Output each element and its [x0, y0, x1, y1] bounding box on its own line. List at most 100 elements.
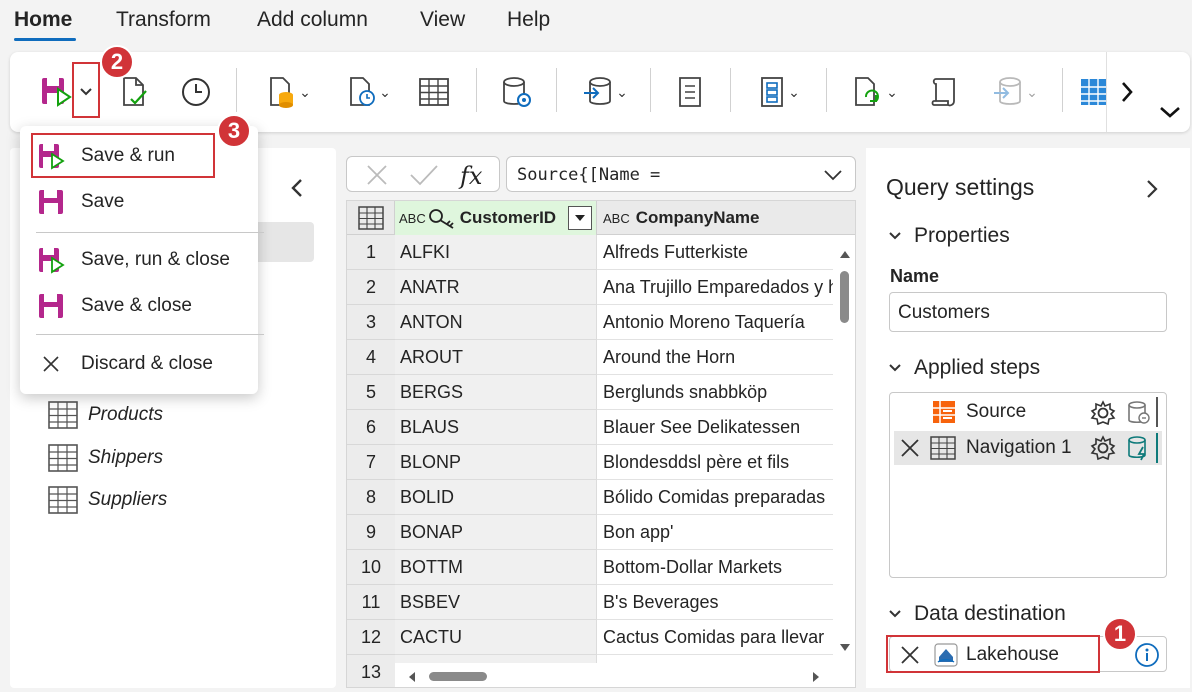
- new-source-button[interactable]: ⌄: [260, 72, 318, 112]
- cell-companyname[interactable]: B's Beverages: [597, 585, 833, 620]
- info-icon[interactable]: [1134, 642, 1160, 668]
- table-row[interactable]: 9 BONAP Bon app': [347, 515, 833, 550]
- cell-companyname[interactable]: Antonio Moreno Taquería: [597, 305, 833, 340]
- cell-companyname[interactable]: Blauer See Delikatessen: [597, 410, 833, 445]
- scroll-left-icon[interactable]: [407, 671, 417, 683]
- row-number[interactable]: 12: [347, 620, 395, 655]
- step-source[interactable]: Source: [894, 395, 1162, 429]
- column-header-customerid[interactable]: ABC CustomerID: [395, 201, 597, 235]
- row-number[interactable]: 8: [347, 480, 395, 515]
- recent-sources-button[interactable]: ⌄: [340, 72, 398, 112]
- menu-item-save-close[interactable]: Save & close: [20, 284, 258, 328]
- tab-view[interactable]: View: [420, 8, 465, 32]
- formula-input[interactable]: Source{[Name =: [506, 156, 856, 192]
- menu-item-discard-close[interactable]: Discard & close: [20, 342, 258, 386]
- cell-customerid[interactable]: ALFKI: [395, 235, 597, 270]
- manage-columns-button[interactable]: ⌄: [750, 72, 808, 112]
- row-number[interactable]: 1: [347, 235, 395, 270]
- cell-customerid[interactable]: AROUT: [395, 340, 597, 375]
- get-data-button[interactable]: ⌄: [576, 72, 634, 112]
- cell-customerid[interactable]: ANTON: [395, 305, 597, 340]
- column-filter-button[interactable]: [568, 206, 592, 230]
- table-row[interactable]: 11 BSBEV B's Beverages: [347, 585, 833, 620]
- history-button[interactable]: [176, 72, 216, 112]
- row-number[interactable]: 3: [347, 305, 395, 340]
- row-number[interactable]: 6: [347, 410, 395, 445]
- tab-transform[interactable]: Transform: [116, 8, 211, 32]
- enter-data-button[interactable]: [414, 72, 454, 112]
- row-number[interactable]: 2: [347, 270, 395, 305]
- menu-item-save[interactable]: Save: [20, 180, 258, 224]
- cell-customerid[interactable]: BOLID: [395, 480, 597, 515]
- cell-customerid[interactable]: CACTU: [395, 620, 597, 655]
- collapse-queries-button[interactable]: [286, 176, 310, 205]
- cancel-icon[interactable]: [365, 164, 389, 186]
- cell-customerid[interactable]: ANATR: [395, 270, 597, 305]
- query-name-input[interactable]: Customers: [889, 292, 1167, 332]
- tab-add-column[interactable]: Add column: [257, 8, 368, 32]
- cell-customerid[interactable]: BLAUS: [395, 410, 597, 445]
- query-item-shippers[interactable]: Shippers: [48, 443, 163, 473]
- table-row[interactable]: 6 BLAUS Blauer See Delikatessen: [347, 410, 833, 445]
- step-navigation-1[interactable]: Navigation 1: [894, 431, 1162, 465]
- chevron-right-icon[interactable]: [1144, 178, 1160, 200]
- table-row[interactable]: 3 ANTON Antonio Moreno Taquería: [347, 305, 833, 340]
- chevron-down-icon[interactable]: [823, 169, 843, 181]
- cell-companyname[interactable]: Cactus Comidas para llevar: [597, 620, 833, 655]
- query-item-products[interactable]: Products: [48, 400, 163, 430]
- function-icon[interactable]: fx: [457, 160, 487, 190]
- scroll-right-icon[interactable]: [811, 671, 821, 683]
- scroll-down-icon[interactable]: [839, 643, 851, 653]
- row-number[interactable]: 13: [347, 655, 395, 687]
- column-header-companyname[interactable]: ABC CompanyName: [597, 201, 837, 235]
- table-row[interactable]: 10 BOTTM Bottom-Dollar Markets: [347, 550, 833, 585]
- data-destination-section-header[interactable]: Data destination: [888, 602, 1066, 626]
- tab-help[interactable]: Help: [507, 8, 550, 32]
- advanced-editor-button[interactable]: [924, 72, 964, 112]
- query-item-suppliers[interactable]: Suppliers: [48, 485, 167, 515]
- cell-companyname[interactable]: Bólido Comidas preparadas: [597, 480, 833, 515]
- options-button[interactable]: [670, 72, 710, 112]
- properties-section-header[interactable]: Properties: [888, 224, 1010, 248]
- scroll-thumb[interactable]: [429, 672, 487, 681]
- select-all-button[interactable]: [347, 201, 395, 235]
- cell-companyname[interactable]: Blondesddsl père et fils: [597, 445, 833, 480]
- delete-step-icon[interactable]: [900, 438, 920, 458]
- cell-companyname[interactable]: Alfreds Futterkiste: [597, 235, 833, 270]
- ribbon-overflow-button[interactable]: [1106, 52, 1146, 132]
- row-number[interactable]: 7: [347, 445, 395, 480]
- table-row[interactable]: 4 AROUT Around the Horn: [347, 340, 833, 375]
- vertical-scrollbar[interactable]: [833, 235, 855, 687]
- cell-customerid[interactable]: BERGS: [395, 375, 597, 410]
- cell-companyname[interactable]: Around the Horn: [597, 340, 833, 375]
- cell-customerid[interactable]: BLONP: [395, 445, 597, 480]
- cell-customerid[interactable]: BOTTM: [395, 550, 597, 585]
- row-number[interactable]: 5: [347, 375, 395, 410]
- scroll-up-icon[interactable]: [839, 249, 851, 259]
- table-row[interactable]: 12 CACTU Cactus Comidas para llevar: [347, 620, 833, 655]
- refresh-button[interactable]: ⌄: [846, 72, 904, 112]
- cell-customerid[interactable]: BSBEV: [395, 585, 597, 620]
- applied-steps-section-header[interactable]: Applied steps: [888, 356, 1040, 380]
- table-row[interactable]: 2 ANATR Ana Trujillo Emparedados y h: [347, 270, 833, 305]
- commit-icon[interactable]: [409, 164, 439, 186]
- table-row[interactable]: 1 ALFKI Alfreds Futterkiste: [347, 235, 833, 270]
- table-row[interactable]: 7 BLONP Blondesddsl père et fils: [347, 445, 833, 480]
- scroll-thumb[interactable]: [840, 271, 849, 323]
- table-row[interactable]: 5 BERGS Berglunds snabbköp: [347, 375, 833, 410]
- cell-companyname[interactable]: Bon app': [597, 515, 833, 550]
- tab-home[interactable]: Home: [14, 8, 72, 32]
- cell-companyname[interactable]: Berglunds snabbköp: [597, 375, 833, 410]
- gear-icon[interactable]: [1090, 435, 1116, 461]
- cell-companyname[interactable]: Ana Trujillo Emparedados y h: [597, 270, 833, 305]
- gear-icon[interactable]: [1090, 400, 1116, 426]
- cell-companyname[interactable]: Bottom-Dollar Markets: [597, 550, 833, 585]
- manage-connections-button[interactable]: [496, 72, 536, 112]
- ribbon-collapse-button[interactable]: [1158, 104, 1182, 125]
- row-number[interactable]: 4: [347, 340, 395, 375]
- add-destination-button[interactable]: ⌄: [986, 72, 1044, 112]
- cell-customerid[interactable]: BONAP: [395, 515, 597, 550]
- row-number[interactable]: 11: [347, 585, 395, 620]
- menu-item-save-run-close[interactable]: Save, run & close: [20, 238, 258, 282]
- row-number[interactable]: 10: [347, 550, 395, 585]
